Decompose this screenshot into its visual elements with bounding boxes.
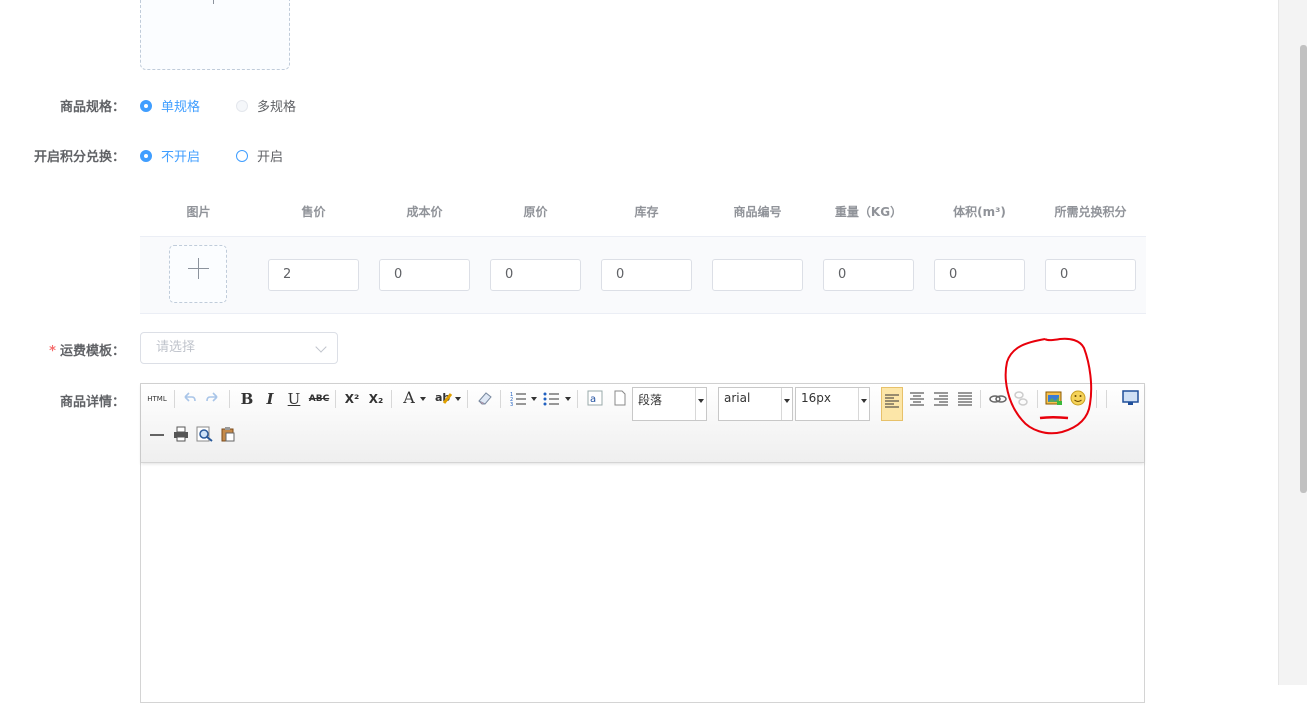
radio-multi-spec[interactable]: 多规格 xyxy=(236,96,296,115)
radio-points-off[interactable]: 不开启 xyxy=(140,146,200,165)
font-color-button[interactable]: A xyxy=(399,388,419,408)
radio-dot xyxy=(236,99,248,112)
detail-label: 商品详情： xyxy=(59,395,125,410)
preview-icon[interactable] xyxy=(1122,390,1140,406)
anchor-icon[interactable]: a xyxy=(587,390,603,406)
weight-input[interactable]: 0 xyxy=(823,259,914,291)
chevron-down-icon xyxy=(781,388,792,420)
radio-dot xyxy=(140,99,152,112)
unordered-list-icon[interactable] xyxy=(543,390,561,406)
column-header-stock: 库存 xyxy=(634,205,659,219)
column-header-weight: 重量（KG） xyxy=(834,205,903,219)
annotation-circle xyxy=(1004,337,1093,435)
combo-value: arial xyxy=(724,391,751,405)
chevron-down-icon xyxy=(420,397,426,401)
sku-table-header: 图片 售价 成本价 原价 库存 商品编号 重量（KG） 体积(m³) 所需兑换积… xyxy=(140,196,1146,237)
plus-icon xyxy=(213,0,214,4)
stock-input[interactable]: 0 xyxy=(601,259,692,291)
shipping-template-label-text: 运费模板： xyxy=(59,344,125,359)
radio-label: 多规格 xyxy=(257,100,297,115)
print-icon[interactable] xyxy=(173,426,189,442)
svg-text:a: a xyxy=(590,394,596,405)
radio-label: 开启 xyxy=(257,150,284,165)
font-size-select[interactable]: 16px xyxy=(795,387,870,421)
toolbar-separator xyxy=(335,390,336,408)
align-left-icon xyxy=(885,394,899,408)
code-input[interactable] xyxy=(712,259,803,291)
horizontal-rule-icon[interactable] xyxy=(149,429,165,441)
combo-value: 16px xyxy=(801,391,831,405)
search-replace-icon[interactable] xyxy=(196,426,214,442)
highlight-color-icon[interactable]: ab xyxy=(434,390,454,406)
align-center-icon[interactable] xyxy=(909,392,925,406)
column-header-price: 售价 xyxy=(301,205,326,219)
points-exchange-label: 开启积分兑换： xyxy=(33,150,125,165)
radio-label: 单规格 xyxy=(161,100,201,115)
spec-label: 商品规格： xyxy=(59,100,125,115)
volume-input[interactable]: 0 xyxy=(934,259,1025,291)
toolbar-separator xyxy=(500,390,501,408)
combo-value: 段落 xyxy=(638,393,663,407)
chevron-down-icon xyxy=(455,397,461,401)
column-header-image: 图片 xyxy=(186,205,211,219)
ordered-list-icon[interactable]: 123 xyxy=(510,390,528,406)
main-image-upload[interactable] xyxy=(140,0,290,70)
plus-icon xyxy=(198,258,199,279)
redo-icon[interactable] xyxy=(205,390,221,406)
cost-input[interactable]: 0 xyxy=(379,259,470,291)
shipping-template-label: * 运费模板： xyxy=(0,340,125,359)
chevron-down-icon xyxy=(858,388,869,420)
radio-label: 不开启 xyxy=(161,150,201,165)
chevron-down-icon xyxy=(565,397,571,401)
underline-button[interactable]: U xyxy=(285,389,303,409)
price-input[interactable]: 2 xyxy=(268,259,359,291)
radio-points-on[interactable]: 开启 xyxy=(236,146,283,165)
align-left-button[interactable] xyxy=(881,387,903,421)
chevron-down-icon xyxy=(531,397,537,401)
shipping-template-select[interactable]: 请选择 xyxy=(140,332,338,364)
column-header-original-price: 原价 xyxy=(523,205,548,219)
paragraph-format-select[interactable]: 段落 xyxy=(632,387,707,421)
superscript-button[interactable]: X² xyxy=(342,389,362,409)
select-placeholder: 请选择 xyxy=(156,340,196,355)
font-family-select[interactable]: arial xyxy=(718,387,793,421)
toolbar-separator xyxy=(577,390,578,408)
toolbar-separator xyxy=(980,390,981,408)
svg-text:3: 3 xyxy=(510,402,513,406)
chevron-down-icon xyxy=(315,341,327,353)
points-input[interactable]: 0 xyxy=(1045,259,1136,291)
paste-plain-text-icon[interactable] xyxy=(220,426,236,442)
align-right-icon[interactable] xyxy=(933,392,949,406)
align-justify-icon[interactable] xyxy=(957,392,973,406)
chevron-down-icon xyxy=(695,388,706,420)
eraser-icon[interactable] xyxy=(476,389,494,407)
toolbar-separator xyxy=(1106,390,1107,408)
toolbar-separator xyxy=(229,390,230,408)
column-header-volume: 体积(m³) xyxy=(953,205,1006,219)
strikethrough-button[interactable]: ABC xyxy=(308,389,330,409)
radio-dot xyxy=(140,149,152,162)
bold-button[interactable]: B xyxy=(238,389,256,409)
required-mark: * xyxy=(49,344,56,359)
column-header-code: 商品编号 xyxy=(733,205,782,219)
subscript-button[interactable]: X₂ xyxy=(366,389,386,409)
toolbar-separator xyxy=(174,390,175,408)
column-header-points: 所需兑换积分 xyxy=(1054,205,1127,219)
toolbar-separator xyxy=(1096,390,1097,408)
html-source-button[interactable]: HTML xyxy=(146,389,168,409)
toolbar-separator xyxy=(467,390,468,408)
page-scrollbar-thumb[interactable] xyxy=(1300,45,1307,493)
radio-single-spec[interactable]: 单规格 xyxy=(140,96,200,115)
toolbar-separator xyxy=(391,390,392,408)
undo-icon[interactable] xyxy=(181,390,197,406)
italic-button[interactable]: I xyxy=(261,389,279,409)
column-header-cost: 成本价 xyxy=(406,205,443,219)
original-price-input[interactable]: 0 xyxy=(490,259,581,291)
page-break-icon[interactable] xyxy=(612,390,628,406)
radio-dot xyxy=(236,149,248,162)
